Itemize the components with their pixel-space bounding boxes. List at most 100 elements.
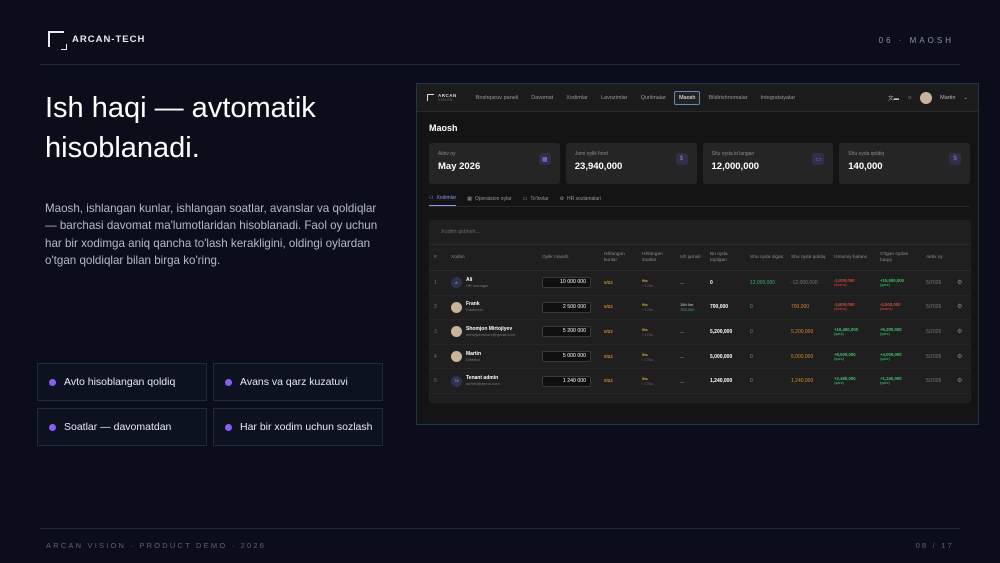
user-avatar[interactable]: [920, 91, 933, 104]
gear-icon[interactable]: ⚙: [952, 304, 971, 310]
app-logo[interactable]: ARCAN VISION: [427, 93, 457, 103]
theme-toggle-icon[interactable]: ☼: [907, 95, 912, 101]
feature-card: Soatlar — davomatdan: [37, 408, 207, 446]
balance-type: (qarz): [834, 331, 844, 336]
salary-input[interactable]: 5 000 000: [542, 351, 591, 363]
card-icon: ▭: [812, 153, 825, 165]
nav-notifications[interactable]: Bildirishnomalar: [703, 91, 752, 105]
employee-role: mirtojiyevshom@gmail.com: [466, 331, 515, 337]
stat-label: Aktiv oy: [438, 151, 456, 157]
search-input[interactable]: Xodim qidirish...: [429, 220, 971, 245]
nav-attendance[interactable]: Davomat: [526, 91, 558, 105]
col-header: Ish jurnali: [680, 254, 701, 260]
active-month: 5/2026: [926, 378, 942, 385]
page-counter: 08 / 17: [915, 541, 954, 550]
previous-balance-type: (qarz): [880, 381, 890, 386]
page-title: Maosh: [429, 123, 458, 133]
table-row[interactable]: 1 A Ali HR manager 10 000 000 0/22 0ts/ 176s —0…: [429, 271, 971, 296]
received-amount: 0: [750, 353, 753, 360]
balance-type: (avans): [834, 282, 847, 287]
active-month: 5/2026: [926, 304, 942, 311]
previous-balance-type: (qarz): [880, 356, 890, 361]
table-row[interactable]: 2 Frank Dasturchi 2 500 000 0/22 0ts/ 176s 15h…: [429, 296, 971, 321]
feature-card: Har bir xodim uchun sozlash: [213, 408, 383, 446]
col-header: Shu oyda qoldiq: [791, 254, 826, 260]
active-month: 5/2026: [926, 328, 942, 335]
nav-dashboard[interactable]: Boshqaruv paneli: [471, 91, 524, 105]
active-month: 5/2026: [926, 353, 942, 360]
headline: Ish haqi — avtomatik hisoblanadi.: [45, 92, 316, 164]
worked-days: 0/22: [604, 304, 613, 310]
journal-hours: —: [680, 354, 684, 360]
nav-integrations[interactable]: Integratsiyalar: [756, 91, 801, 105]
tab-employees[interactable]: ⚇ Xodimlar: [429, 195, 457, 206]
remaining-amount: -12,000,000: [791, 279, 818, 286]
salary-input[interactable]: 10 000 000: [542, 277, 591, 289]
worked-days: 0/22: [604, 328, 613, 334]
feature-card: Avto hisoblangan qoldiq: [37, 363, 207, 401]
row-index: 5: [434, 378, 437, 385]
nav-positions[interactable]: Lavozimlar: [596, 91, 633, 105]
stat-value: May 2026: [438, 161, 481, 172]
stat-card: Shu oyda qoldiq 140,000 $: [839, 143, 970, 184]
dollar-icon: $: [675, 153, 688, 165]
chevron-down-icon[interactable]: ⌄: [963, 95, 968, 101]
tab-hr-settings[interactable]: ⚙ HR sozlamalari: [560, 195, 601, 206]
translate-icon[interactable]: 文▬: [888, 94, 899, 102]
dollar-icon: $: [949, 153, 961, 165]
stat-label: Jami oylik fond: [574, 151, 608, 157]
feature-card: Avans va qarz kuzatuvi: [213, 363, 383, 401]
table-row[interactable]: 5 TA Tenant admin admin@demo.com 1 240 000 0/…: [429, 369, 971, 394]
app-logo-bottom: VISION: [438, 97, 453, 102]
stat-card: Shu oyda to'langan 12,000,000 ▭: [702, 143, 834, 184]
tab-label: To'lovlar: [530, 195, 549, 202]
received-amount: 12,000,000: [750, 279, 776, 286]
row-index: 2: [434, 304, 437, 311]
worked-hours-total: / 176s: [642, 282, 653, 288]
app-screenshot: ARCAN VISION Boshqaruv paneli Davomat Xod…: [416, 83, 979, 425]
gear-icon[interactable]: ⚙: [952, 280, 971, 286]
employee-role: HR manager: [466, 282, 489, 288]
gear-icon[interactable]: ⚙: [952, 378, 971, 384]
received-amount: 0: [750, 378, 753, 385]
previous-balance-type: (qarz): [880, 331, 890, 336]
earned-amount: 0: [710, 279, 713, 286]
tab-payments[interactable]: ▭ To'lovlar: [523, 195, 549, 206]
salary-input[interactable]: 5 200 000: [542, 326, 591, 338]
salary-input[interactable]: 1 240 000: [542, 375, 591, 387]
stat-card: Aktiv oy May 2026 ▦: [429, 143, 560, 184]
received-amount: 0: [750, 304, 753, 311]
nav-salary[interactable]: Maosh: [673, 90, 701, 105]
table-body: 1 A Ali HR manager 10 000 000 0/22 0ts/ 176s —0…: [429, 271, 971, 394]
salary-input[interactable]: 2 500 000: [542, 301, 591, 313]
footer-label: ARCAN VISION · PRODUCT DEMO · 2026: [46, 541, 267, 550]
table-row[interactable]: 3 Shomjon Mirtojiyev mirtojiyevshom@gmail.…: [429, 320, 971, 345]
user-name[interactable]: Martin: [940, 95, 955, 101]
section-tag: 06 · MAOSH: [878, 36, 954, 45]
users-icon: ⚇: [429, 195, 434, 201]
tab-label: Operatsion oylar: [474, 195, 512, 202]
table-row[interactable]: 4 Martin Direktor 5 000 000 0/22 0ts/ 176s —5,…: [429, 345, 971, 370]
tab-operational-months[interactable]: ▦ Operatsion oylar: [467, 195, 511, 206]
remaining-amount: 1,240,000: [791, 378, 814, 385]
col-header: Xodim: [451, 254, 465, 260]
gear-icon[interactable]: ⚙: [952, 329, 971, 335]
bullet-dot-icon: [49, 378, 56, 386]
col-header: Shu oyda olgan: [750, 254, 784, 260]
gear-icon[interactable]: ⚙: [952, 354, 971, 360]
balance-type: (avans): [834, 307, 847, 312]
nav-devices[interactable]: Qurilmalar: [636, 91, 671, 105]
worked-days: 0/22: [604, 378, 613, 384]
nav-employees[interactable]: Xodimlar: [561, 91, 593, 105]
previous-balance-type: (avans): [880, 307, 893, 312]
col-header: Oylik maosh: [542, 254, 569, 260]
remaining-amount: 5,000,000: [791, 353, 814, 360]
previous-balance-type: (qarz): [880, 282, 890, 287]
employee-name: Martin: [466, 350, 481, 357]
col-header: #: [434, 254, 437, 260]
remaining-amount: 5,200,000: [791, 328, 814, 335]
received-amount: 0: [750, 328, 753, 335]
stat-card: Jami oylik fond 23,940,000 $: [565, 143, 697, 184]
stat-value: 140,000: [848, 161, 883, 172]
worked-days: 0/22: [604, 279, 613, 285]
